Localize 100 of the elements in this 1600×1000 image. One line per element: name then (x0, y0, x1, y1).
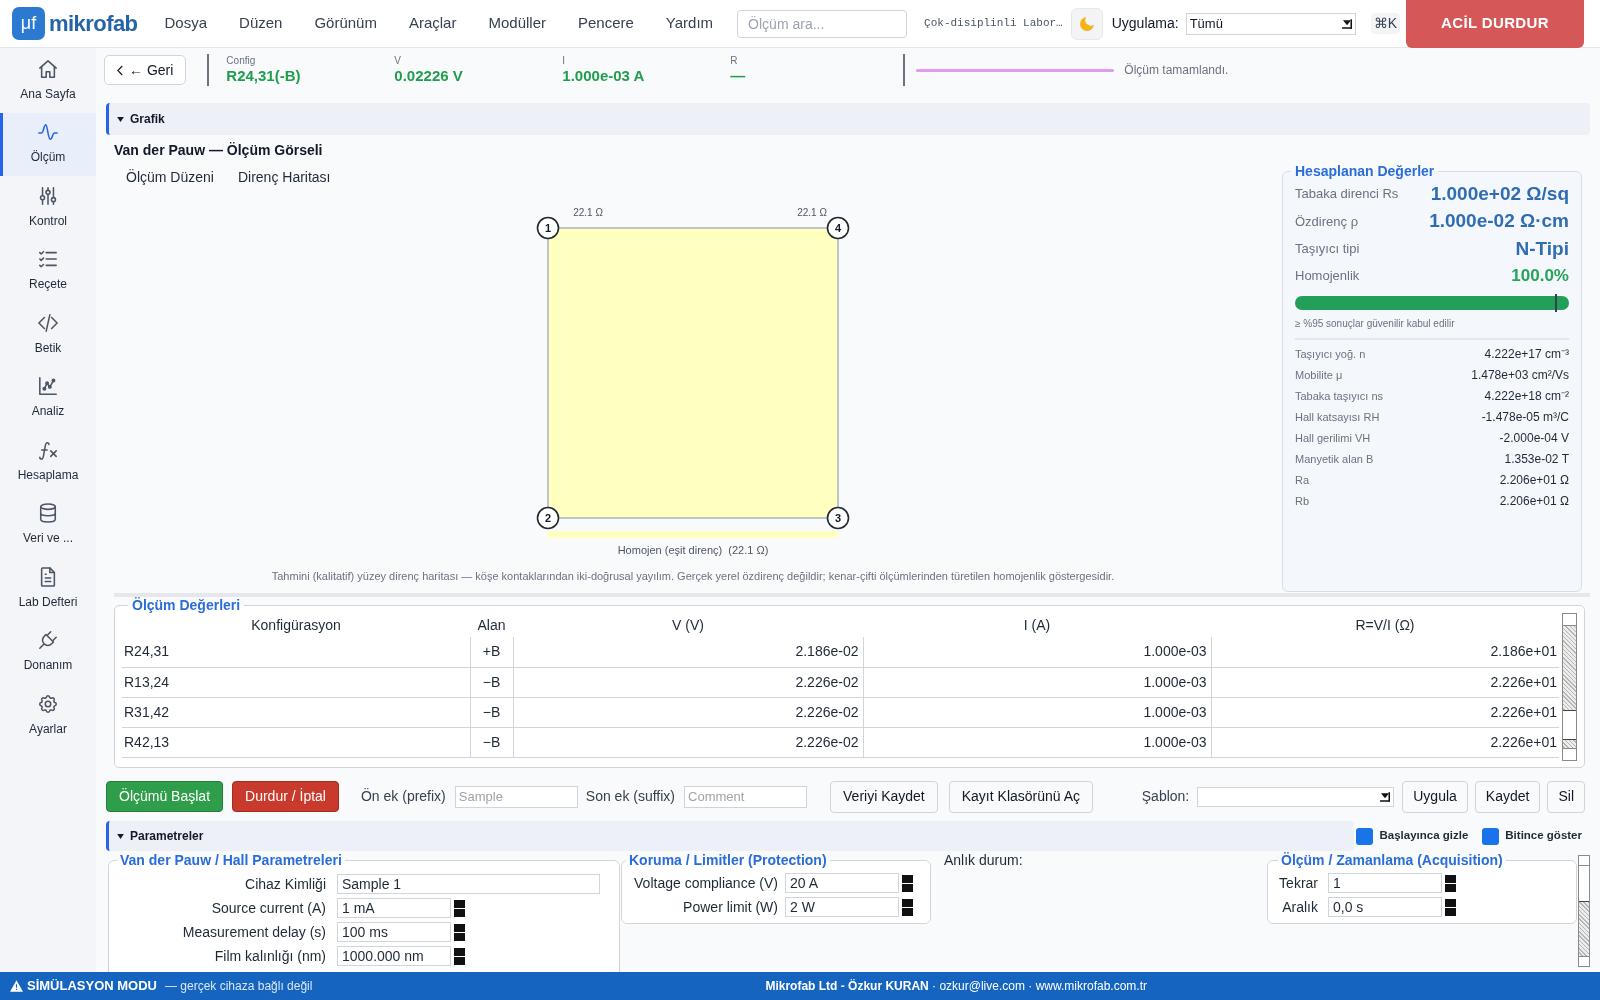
tab[interactable]: Direnç Haritası (225, 167, 343, 187)
menu-item[interactable]: Görünüm (298, 0, 393, 48)
template-action-button[interactable]: Sil (1547, 780, 1585, 813)
template-action-button[interactable]: Uygula (1402, 780, 1468, 813)
stepper-icon[interactable] (902, 898, 913, 916)
detail-value: 4.222e+17 cm⁻³ (1484, 346, 1569, 363)
scrollbar[interactable] (1578, 855, 1590, 967)
sidebar-item[interactable]: Ayarlar (0, 684, 96, 748)
sidebar-item[interactable]: Analiz (0, 366, 96, 430)
emergency-stop-button[interactable]: ACİL DURDUR (1406, 0, 1584, 48)
text-field[interactable]: 1000.000 nm (337, 946, 451, 966)
detail-label: Tabaka taşıyıcı ns (1295, 388, 1384, 404)
table-cell: 2.226e-02 (513, 667, 863, 697)
table-cell: 1.000e-03 (863, 727, 1211, 757)
menu-item[interactable]: Dosya (148, 0, 224, 48)
detail-label: Rb (1295, 493, 1310, 509)
field-label: Film kalınlığı (nm) (213, 946, 326, 966)
section-header[interactable]: Parametreler (106, 821, 1355, 851)
result-note: ≥ %95 sonuçlar güvenilir kabul edilir (1295, 316, 1456, 330)
tab[interactable]: Ölçüm Düzeni (114, 167, 226, 187)
text-field[interactable]: 1 (1328, 873, 1442, 893)
sidebar-item[interactable]: Ölçüm (0, 112, 96, 176)
reading-value: 1.000e-03 A (562, 67, 645, 85)
result-value: 1.000e+02 Ω/sq (1430, 181, 1569, 206)
mode-label: SİMÜLASYON MODU (27, 977, 157, 996)
save-data-button[interactable]: Veriyi Kaydet (830, 780, 938, 813)
detail-label: Hall gerilimi VH (1295, 430, 1371, 446)
table-cell: 2.226e+01 (1211, 667, 1559, 697)
template-action-button[interactable]: Kaydet (1474, 780, 1541, 813)
field-label: Tekrar (1278, 873, 1318, 893)
text-field[interactable]: 20 A (785, 873, 899, 893)
section-header[interactable]: Grafik (106, 103, 1590, 135)
stepper-icon[interactable] (454, 947, 465, 965)
table-cell: 1.000e-03 (863, 667, 1211, 697)
contact-node: 3 (826, 506, 850, 530)
edge-resistance-label: 22.1 Ω (797, 207, 827, 218)
field-label: Ön ek (prefix) (361, 787, 446, 806)
stepper-icon[interactable] (454, 923, 465, 941)
sidebar-item[interactable]: Reçete (0, 239, 96, 303)
field-label: Cihaz Kimliği (244, 874, 326, 894)
sidebar-item[interactable]: Veri ve ... (0, 493, 96, 557)
field-label: Aralık (1281, 897, 1318, 917)
app-filter-select[interactable]: Tümü (1185, 12, 1356, 35)
sidebar-item[interactable]: Donanım (0, 620, 96, 684)
chart-icon (38, 376, 58, 397)
sidebar-item[interactable]: Hesaplama (0, 430, 96, 494)
edge-resistance-label: 22.1 Ω (573, 207, 603, 218)
reading-value: R24,31(-B) (226, 67, 301, 85)
plug-icon (38, 630, 58, 651)
text-field[interactable]: 1 mA (337, 898, 451, 918)
field-label: Son ek (suffix) (585, 787, 676, 806)
back-button[interactable]: ← Geri (104, 55, 187, 85)
prefix-field[interactable]: Sample (454, 785, 578, 808)
sidebar-item[interactable]: Ana Sayfa (0, 49, 96, 113)
table-cell: 2.186e+01 (1211, 637, 1559, 667)
stepper-icon[interactable] (1445, 898, 1456, 916)
table-cell: 2.226e+01 (1211, 697, 1559, 727)
sidebar-item[interactable]: Kontrol (0, 176, 96, 240)
mode-note: — gerçek cihaza bağlı değil (165, 978, 313, 995)
menu-item[interactable]: Düzen (223, 0, 299, 48)
detail-label: Taşıyıcı yoğ. n (1295, 346, 1366, 362)
stepper-icon[interactable] (902, 874, 913, 892)
search-field[interactable]: Ölçüm ara... (737, 9, 908, 38)
sidebar-item[interactable]: Betik (0, 303, 96, 367)
menu-item[interactable]: Pencere (562, 0, 650, 48)
text-field[interactable]: 2 W (785, 897, 899, 917)
scrollbar[interactable] (1562, 613, 1577, 761)
result-value: N-Tipi (1515, 236, 1569, 261)
stepper-icon[interactable] (1445, 874, 1456, 892)
checkbox[interactable] (1356, 827, 1374, 845)
panel-title: Van der Pauw / Hall Parametreleri (119, 852, 343, 868)
sidebar-item[interactable]: Lab Defteri (0, 557, 96, 621)
text-field[interactable]: 0,0 s (1328, 897, 1442, 917)
menu-item[interactable]: Araçlar (392, 0, 473, 48)
app-name: mikrofab (49, 10, 138, 38)
detail-label: Mobilite μ (1295, 367, 1343, 383)
column-header: V (V) (513, 613, 863, 637)
stepper-icon[interactable] (454, 899, 465, 917)
menu-item[interactable]: Yardım (649, 0, 730, 48)
table-cell: R24,31 (122, 637, 470, 667)
checkbox[interactable] (1482, 827, 1500, 845)
section-title: Van der Pauw — Ölçüm Görseli (114, 141, 323, 159)
text-field[interactable]: Sample 1 (337, 874, 600, 894)
open-folder-button[interactable]: Kayıt Klasörünü Aç (948, 780, 1094, 813)
detail-value: -2.000e-04 V (1499, 430, 1569, 447)
suffix-field[interactable]: Comment (684, 785, 808, 808)
menu-item[interactable]: Modüller (472, 0, 562, 48)
status-message: Ölçüm tamamlandı. (1124, 62, 1229, 79)
live-status-label: Anlık durum: (944, 852, 1023, 868)
theme-toggle-button[interactable] (1070, 7, 1103, 40)
column-header: Konfigürasyon (122, 613, 470, 637)
stop-button[interactable]: Durdur / İptal (232, 781, 339, 812)
result-label: Özdirenç ρ (1295, 212, 1359, 231)
result-label: Tabaka direnci Rs (1295, 185, 1399, 203)
field-label: Measurement delay (s) (181, 922, 326, 942)
detail-label: Manyetik alan B (1295, 451, 1374, 467)
table-cell: 2.226e-02 (513, 727, 863, 757)
caret-down-icon (1341, 18, 1352, 29)
text-field[interactable]: 100 ms (337, 922, 451, 942)
table-cell: 2.226e+01 (1211, 727, 1559, 757)
